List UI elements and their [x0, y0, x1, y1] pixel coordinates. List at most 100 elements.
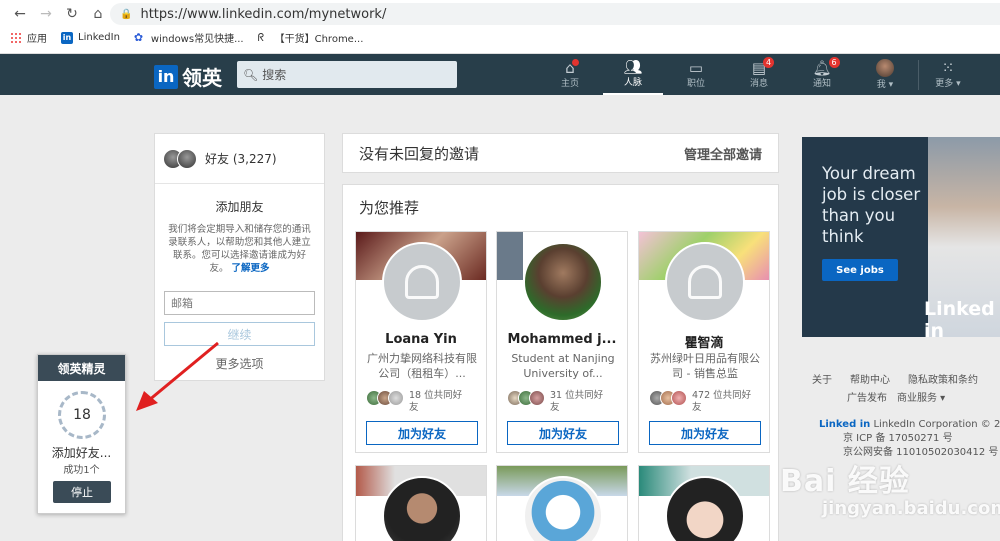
see-jobs-button[interactable]: See jobs — [822, 259, 898, 281]
linkedin-logo[interactable]: in 领英 — [154, 62, 222, 91]
nav-home[interactable]: ⌂ 主页 — [540, 54, 600, 95]
watermark-logo: Bai 经验 — [780, 464, 910, 499]
url-text: https://www.linkedin.com/mynetwork/ — [140, 6, 387, 22]
mutual-connections[interactable]: 18 位共同好友 — [366, 390, 469, 414]
invitations-title: 没有未回复的邀请 — [359, 144, 480, 163]
email-field[interactable]: 邮箱 — [164, 291, 315, 315]
red-arrow-annotation — [136, 341, 219, 411]
popup-title: 领英精灵 — [38, 355, 125, 381]
bookmark-windows[interactable]: ✿ windows常见快捷... — [134, 30, 244, 45]
recommendations-title: 为您推荐 — [359, 199, 420, 217]
person-card[interactable] — [638, 465, 770, 541]
added-count: 18 — [73, 407, 91, 423]
footer-help[interactable]: 帮助中心 — [850, 372, 890, 390]
profile-avatar — [382, 242, 462, 322]
mutual-connections[interactable]: 31 位共同好友 — [507, 390, 610, 414]
reload-icon[interactable]: ↻ — [62, 5, 82, 23]
baidu-paw-icon: ✿ — [133, 30, 144, 44]
person-name[interactable]: Mohammed j... — [497, 332, 627, 347]
browser-chrome: ← → ↻ ⌂ 🔒 https://www.linkedin.com/mynet… — [0, 0, 1000, 54]
stop-button[interactable]: 停止 — [53, 481, 111, 503]
ad-brand: Linked in — [924, 298, 995, 337]
progress-spinner: 18 — [58, 391, 106, 439]
message-icon: ▤ 4 — [752, 57, 775, 76]
friends-avatars — [163, 148, 197, 169]
recommendations-card: 为您推荐 Loana Yin 广州力挚网络科技有限公司（租租车）... 18 位… — [342, 184, 779, 541]
person-headline: Student at Nanjing University of... — [511, 352, 615, 380]
mutual-connections[interactable]: 472 位共同好友 — [649, 390, 752, 414]
search-input[interactable]: 🔍︎ 搜索 — [237, 61, 457, 88]
add-friends-title: 添加朋友 — [215, 200, 264, 214]
nav-notifications[interactable]: 🔔︎ 6 通知 — [792, 54, 852, 95]
learn-more-link[interactable]: 了解更多 — [232, 263, 270, 274]
nav-messages[interactable]: ▤ 4 消息 — [729, 54, 789, 95]
mutual-avatars — [507, 390, 545, 406]
logo-in: in — [154, 64, 178, 89]
profile-avatar — [665, 242, 745, 322]
person-card[interactable] — [496, 465, 628, 541]
person-headline: 苏州绿叶日用品有限公司 - 销售总监 — [650, 352, 760, 380]
popup-status: 添加好友... — [51, 446, 112, 460]
bookmark-chrome[interactable]: ᖇ 【干货】Chrome... — [258, 30, 364, 45]
nav-me[interactable]: 我 ▾ — [855, 54, 915, 95]
invitations-card: 没有未回复的邀请 管理全部邀请 — [342, 133, 779, 173]
back-icon[interactable]: ← — [10, 5, 30, 23]
nav-jobs[interactable]: ▭ 职位 — [666, 54, 726, 95]
grid-icon: ⁙ — [941, 59, 955, 77]
bookmark-apps[interactable]: 应用 — [10, 30, 47, 45]
add-friend-button[interactable]: 加为好友 — [507, 421, 619, 445]
person-card[interactable]: Mohammed j... Student at Nanjing Univers… — [496, 231, 628, 453]
people-icon: 👥︎ — [623, 58, 643, 76]
person-name[interactable]: Loana Yin — [356, 332, 486, 347]
friends-count: 好友 (3,227) — [205, 152, 277, 166]
person-headline: 广州力挚网络科技有限公司（租租车）... — [367, 352, 477, 380]
person-card[interactable] — [355, 465, 487, 541]
nav-network[interactable]: 👥︎ 人脉 — [603, 54, 663, 95]
forward-icon[interactable]: → — [36, 5, 56, 23]
footer-links: 关于 帮助中心 隐私政策和条约 广告发布 商业服务 ▾ — [812, 372, 978, 408]
jobs-ad[interactable]: Your dream job is closer than you think … — [802, 137, 1000, 337]
lock-icon: 🔒 — [120, 8, 133, 20]
linkedin-header: in 领英 🔍︎ 搜索 ⌂ 主页 👥︎ 人脉 ▭ 职位 ▤ 4 消息 🔔︎ 6 通知… — [0, 54, 1000, 95]
default-avatar-icon — [688, 265, 722, 299]
default-avatar-icon — [405, 265, 439, 299]
mutual-avatars — [649, 390, 687, 406]
friends-count-row[interactable]: 好友 (3,227) — [155, 134, 324, 184]
popup-success: 成功1个 — [63, 465, 100, 476]
bookmark-icon: ᖇ — [257, 30, 265, 44]
linkedin-icon: in — [61, 31, 73, 44]
person-card[interactable]: 瞿智滴 苏州绿叶日用品有限公司 - 销售总监 472 位共同好友 加为好友 — [638, 231, 770, 453]
search-icon: 🔍︎ — [243, 67, 259, 82]
bookmark-linkedin[interactable]: in LinkedIn — [61, 31, 120, 44]
footer-business[interactable]: 商业服务 ▾ — [897, 390, 945, 408]
home-icon[interactable]: ⌂ — [88, 5, 108, 23]
linkedin-helper-popup: 领英精灵 18 添加好友... 成功1个 停止 — [37, 354, 126, 514]
footer-about[interactable]: 关于 — [812, 372, 832, 390]
profile-avatar — [523, 242, 603, 322]
notifications-badge: 6 — [828, 57, 840, 68]
home-icon: ⌂ — [565, 59, 579, 76]
browser-nav: ← → ↻ ⌂ — [10, 5, 108, 23]
footer-brand: Linked in — [819, 419, 871, 430]
address-bar[interactable]: 🔒 https://www.linkedin.com/mynetwork/ — [110, 3, 1000, 25]
bell-icon: 🔔︎ 6 — [812, 57, 840, 76]
ad-text: Your dream job is closer than you think — [822, 164, 921, 246]
add-friends-desc: 我们将会定期导入和储存您的通讯录联系人，以帮助您和其他人建立联系。您可以选择邀请… — [168, 224, 311, 274]
avatar — [876, 59, 894, 77]
add-friend-button[interactable]: 加为好友 — [649, 421, 761, 445]
messages-badge: 4 — [763, 57, 775, 68]
baidu-watermark: Bai 经验 jingyan.baidu.com — [770, 450, 1000, 541]
person-name[interactable]: 瞿智滴 — [639, 332, 769, 351]
watermark-url: jingyan.baidu.com — [822, 498, 1000, 519]
nav-more[interactable]: ⁙ 更多 ▾ — [918, 54, 978, 95]
apps-icon — [10, 31, 22, 44]
logo-text: 领英 — [182, 66, 222, 90]
person-card[interactable]: Loana Yin 广州力挚网络科技有限公司（租租车）... 18 位共同好友 … — [355, 231, 487, 453]
mutual-avatars — [366, 390, 404, 406]
bookmarks-bar: 应用 in LinkedIn ✿ windows常见快捷... ᖇ 【干货】Chrom… — [10, 30, 363, 45]
manage-invitations-link[interactable]: 管理全部邀请 — [684, 144, 762, 163]
add-friend-button[interactable]: 加为好友 — [366, 421, 478, 445]
briefcase-icon: ▭ — [688, 59, 704, 77]
footer-ads[interactable]: 广告发布 — [847, 390, 887, 408]
footer-privacy[interactable]: 隐私政策和条约 — [908, 372, 978, 390]
